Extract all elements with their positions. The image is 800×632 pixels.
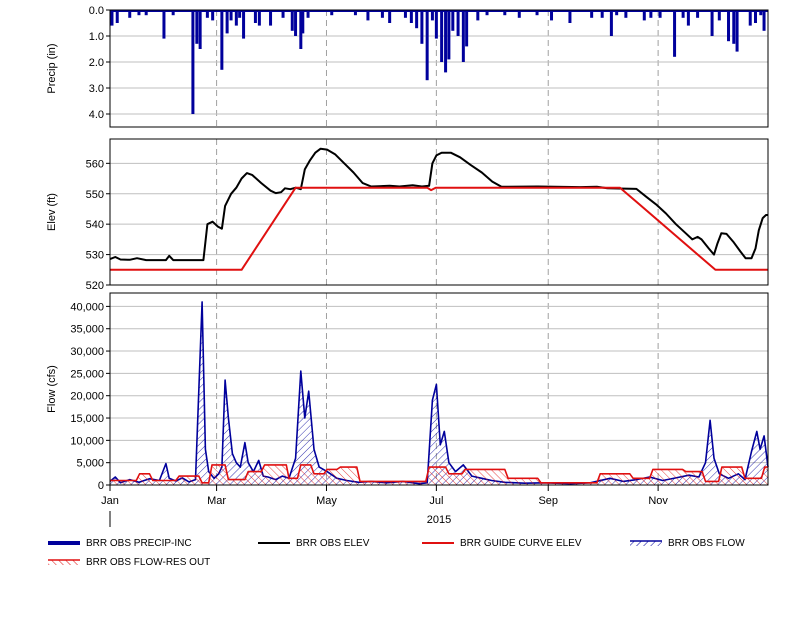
precip-bar — [673, 10, 677, 57]
x-axis: Jan Mar May Jul Sep Nov 2015 — [101, 485, 668, 527]
legend: BRR OBS PRECIP-INC BRR OBS ELEV BRR GUID… — [0, 536, 800, 576]
precip-bar — [732, 10, 736, 44]
precip-bar — [269, 10, 273, 26]
x-axis-year-label: 2015 — [427, 514, 451, 526]
precip-bar — [301, 10, 305, 34]
precip-bar — [242, 10, 246, 39]
y-tick-label: 15,000 — [70, 413, 104, 425]
precip-bar — [110, 10, 114, 26]
precip-bar — [425, 10, 429, 81]
y-tick-label: 20,000 — [70, 391, 104, 403]
precip-bar — [686, 10, 690, 26]
precip-bar — [451, 10, 455, 31]
precip-bar — [294, 10, 298, 36]
precip-bar — [444, 10, 448, 73]
y-tick-label: 2.0 — [89, 57, 104, 69]
y-tick-label: 5,000 — [76, 458, 104, 470]
guide-curve-line — [110, 186, 768, 271]
legend-item-obs-elev: BRR OBS ELEV — [258, 536, 369, 550]
y-tick-label: 3.0 — [89, 83, 104, 95]
y-tick-label: 40,000 — [70, 301, 104, 313]
legend-swatch-obs-elev — [258, 538, 290, 548]
y-tick-label: 4.0 — [89, 109, 104, 121]
precip-bar — [195, 10, 199, 44]
y-tick-label: 520 — [86, 280, 104, 292]
precip-bar — [420, 10, 424, 44]
x-tick-label: Jul — [429, 495, 443, 507]
precip-bar — [162, 10, 166, 39]
precip-bar — [290, 10, 294, 31]
precip-panel: 0.0 1.0 2.0 3.0 4.0 Precip (in) — [46, 5, 769, 128]
legend-label: BRR OBS ELEV — [296, 537, 370, 549]
y-axis-label: Flow (cfs) — [46, 365, 58, 413]
legend-item-guide-curve: BRR GUIDE CURVE ELEV — [422, 536, 582, 550]
legend-item-obs-flow: BRR OBS FLOW — [630, 536, 745, 550]
precip-bar — [198, 10, 202, 49]
precip-bar — [257, 10, 261, 26]
precip-bar — [434, 10, 438, 39]
precip-bar — [220, 10, 224, 70]
obs-flow-area — [110, 301, 768, 485]
chart-figure: 0.0 1.0 2.0 3.0 4.0 Precip (in) 520 530 540 550 5… — [0, 0, 800, 627]
legend-item-res-out: BRR OBS FLOW-RES OUT — [48, 555, 210, 569]
flow-panel: 0 5,000 10,000 15,000 20,000 25,000 30,000 35,0… — [46, 292, 769, 492]
y-tick-label: 10,000 — [70, 435, 104, 447]
elev-panel: 520 530 540 550 560 Elev (ft) — [46, 138, 769, 292]
legend-label: BRR OBS FLOW — [668, 537, 745, 549]
y-tick-label: 25,000 — [70, 368, 104, 380]
plot-frame — [109, 9, 769, 128]
y-tick-label: 530 — [86, 250, 104, 262]
y-tick-label: 560 — [86, 158, 104, 170]
precip-bar — [727, 10, 731, 42]
x-tick-label: May — [316, 495, 337, 507]
x-tick-label: Sep — [538, 495, 558, 507]
precip-bar — [415, 10, 419, 29]
legend-label: BRR OBS FLOW-RES OUT — [86, 556, 211, 568]
precip-bar — [465, 10, 469, 47]
precip-bar — [225, 10, 229, 34]
plot-frame — [109, 138, 769, 286]
precip-bar — [748, 10, 752, 26]
precip-bar — [609, 10, 613, 36]
legend-item-precip: BRR OBS PRECIP-INC — [48, 536, 192, 550]
legend-label: BRR GUIDE CURVE ELEV — [460, 537, 582, 549]
precip-bar — [440, 10, 444, 62]
y-axis-label: Precip (in) — [46, 43, 58, 93]
y-tick-label: 1.0 — [89, 31, 104, 43]
x-tick-label: Nov — [648, 495, 668, 507]
precip-bar — [447, 10, 451, 60]
y-tick-label: 35,000 — [70, 324, 104, 336]
legend-swatch-guide-curve — [422, 538, 454, 548]
legend-swatch-obs-flow — [630, 538, 662, 548]
legend-swatch-res-out — [48, 557, 80, 567]
y-axis-label: Elev (ft) — [46, 193, 58, 231]
precip-bar — [735, 10, 739, 52]
precip-bar — [461, 10, 465, 62]
y-tick-label: 30,000 — [70, 346, 104, 358]
y-tick-label: 550 — [86, 189, 104, 201]
obs-elev-line — [109, 147, 768, 262]
x-tick-label: Jan — [101, 495, 119, 507]
legend-swatch-precip — [48, 538, 80, 548]
precip-bar — [234, 10, 238, 26]
legend-label: BRR OBS PRECIP-INC — [86, 537, 192, 549]
precip-bar — [191, 10, 195, 114]
y-tick-label: 0 — [98, 480, 104, 492]
precip-bar — [710, 10, 714, 36]
y-tick-label: 0.0 — [89, 5, 104, 17]
y-tick-label: 540 — [86, 219, 104, 231]
x-tick-label: Mar — [207, 495, 226, 507]
precip-bar — [456, 10, 460, 36]
precip-bar — [762, 10, 766, 31]
chart-svg: 0.01.02.03.04.0Precip (in) 5205305405505… — [46, 5, 769, 527]
